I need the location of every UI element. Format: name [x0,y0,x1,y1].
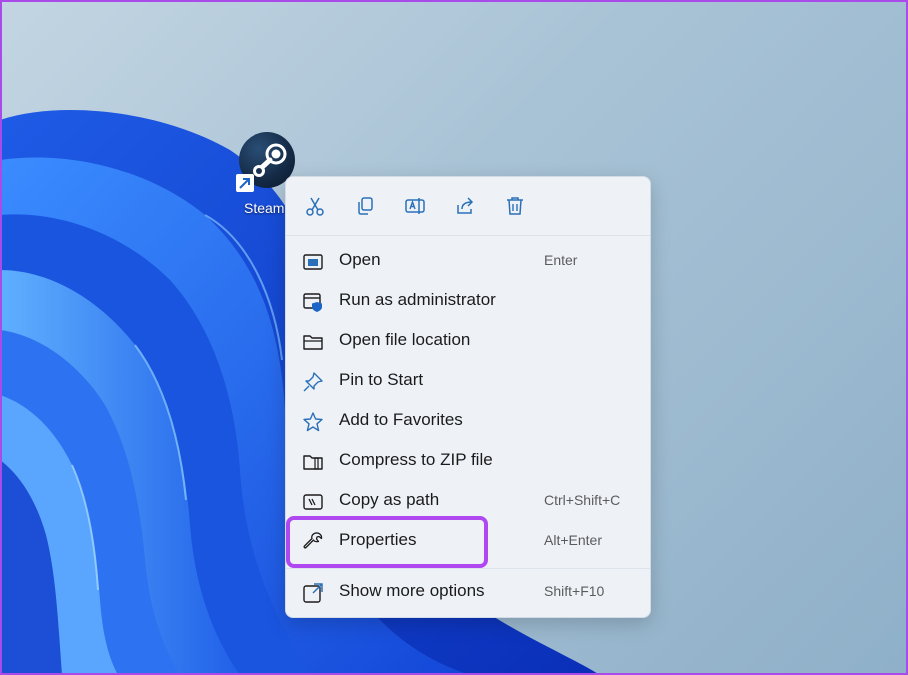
open-icon [303,254,323,270]
menu-item-label: Open [339,250,381,269]
menu-item-pin-to-start[interactable]: Pin to Start [292,363,644,399]
shortcut-arrow-icon [236,174,254,192]
menu-item-label: Compress to ZIP file [339,450,493,469]
shortcut-label: Steam [244,200,285,216]
context-menu-toolbar [286,177,650,236]
menu-item-label: Run as administrator [339,290,496,309]
menu-item-open-file-location[interactable]: Open file location [292,323,644,359]
shield-window-icon [303,293,322,312]
menu-item-label: Open file location [339,330,471,349]
menu-item-copy-as-path[interactable]: Copy as path Ctrl+Shift+C [292,483,644,519]
menu-item-shortcut: Shift+F10 [544,583,605,599]
menu-item-compress-to-zip[interactable]: Compress to ZIP file [292,443,644,479]
share-icon [457,197,474,214]
menu-item-add-to-favorites[interactable]: Add to Favorites [292,403,644,439]
zip-folder-icon [303,455,323,470]
rename-button[interactable] [400,191,430,221]
trash-icon [507,197,523,215]
cut-button[interactable] [300,191,330,221]
folder-icon [303,335,323,350]
share-button[interactable] [450,191,480,221]
menu-item-label: Pin to Start [339,370,424,389]
star-icon [303,412,323,432]
menu-item-label: Add to Favorites [339,410,463,429]
menu-item-label: Show more options [339,581,485,600]
scissors-icon [306,197,324,216]
more-options-icon [303,583,323,603]
copy-icon [358,197,373,215]
properties-highlight-box [286,516,488,568]
menu-separator [286,568,650,569]
menu-item-label: Copy as path [339,490,440,509]
menu-item-open[interactable]: Open Enter [292,243,644,279]
menu-item-shortcut: Ctrl+Shift+C [544,492,621,508]
copy-button[interactable] [350,191,380,221]
menu-item-shortcut: Alt+Enter [544,532,602,548]
delete-button[interactable] [500,191,530,221]
menu-item-shortcut: Enter [544,252,578,268]
menu-item-show-more-options[interactable]: Show more options Shift+F10 [292,574,644,610]
rename-icon [405,198,425,214]
path-icon [303,494,323,510]
pin-icon [303,372,323,392]
menu-item-run-as-administrator[interactable]: Run as administrator [292,283,644,319]
